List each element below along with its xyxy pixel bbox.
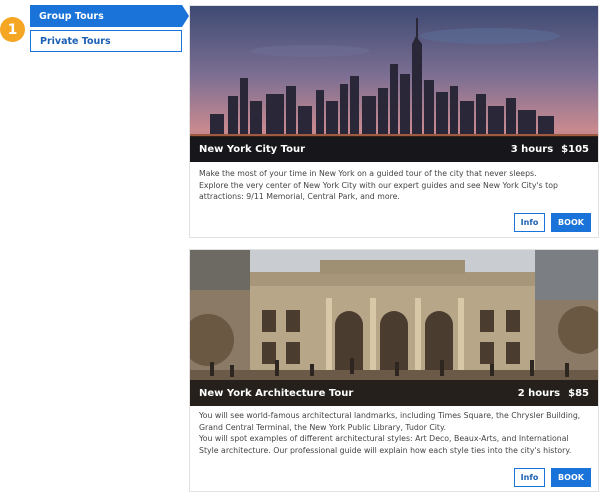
description-line: You will spot examples of different arch… [199, 434, 572, 455]
tour-caption: New York Architecture Tour 2 hours $85 [190, 380, 598, 406]
tour-duration: 3 hours [510, 143, 554, 155]
tour-description: Make the most of your time in New York o… [199, 168, 589, 203]
book-button[interactable]: BOOK [551, 213, 591, 232]
tour-description: You will see world-famous architectural … [199, 410, 589, 456]
tab-private-tours[interactable]: Private Tours [30, 30, 182, 52]
info-button[interactable]: Info [514, 213, 545, 232]
tour-duration: 2 hours [517, 387, 561, 399]
tour-card-nyc: New York City Tour 3 hours $105 Make the … [189, 5, 599, 238]
skyline-photo: New York City Tour 3 hours $105 [190, 6, 598, 162]
description-line: Explore the very center of New York City… [199, 180, 558, 202]
book-button[interactable]: BOOK [551, 468, 591, 487]
library-photo: New York Architecture Tour 2 hours $85 [190, 250, 598, 406]
tour-price: $85 [568, 387, 589, 399]
description-line: You will see world-famous architectural … [199, 411, 581, 432]
tour-name: New York City Tour [199, 143, 306, 155]
tab-group-tours[interactable]: Group Tours [30, 5, 189, 27]
step-number-badge: 1 [0, 17, 25, 42]
info-button[interactable]: Info [514, 468, 545, 487]
tour-name: New York Architecture Tour [199, 387, 354, 399]
description-line: Make the most of your time in New York o… [199, 169, 537, 178]
tour-caption: New York City Tour 3 hours $105 [190, 136, 598, 162]
tour-card-architecture: New York Architecture Tour 2 hours $85 Yo… [189, 249, 599, 492]
tour-price: $105 [561, 143, 589, 155]
